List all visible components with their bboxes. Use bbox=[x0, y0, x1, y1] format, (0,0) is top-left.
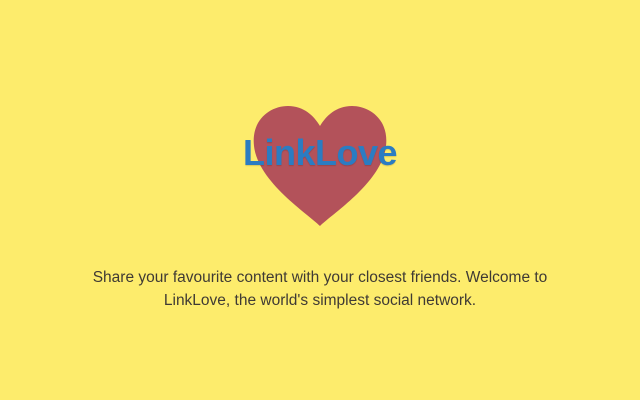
welcome-hero: LinkLove Share your favourite content wi… bbox=[0, 0, 640, 400]
logo-text: LinkLove bbox=[242, 132, 398, 173]
welcome-tagline: Share your favourite content with your c… bbox=[92, 269, 548, 309]
linklove-logo: LinkLove bbox=[230, 100, 410, 230]
